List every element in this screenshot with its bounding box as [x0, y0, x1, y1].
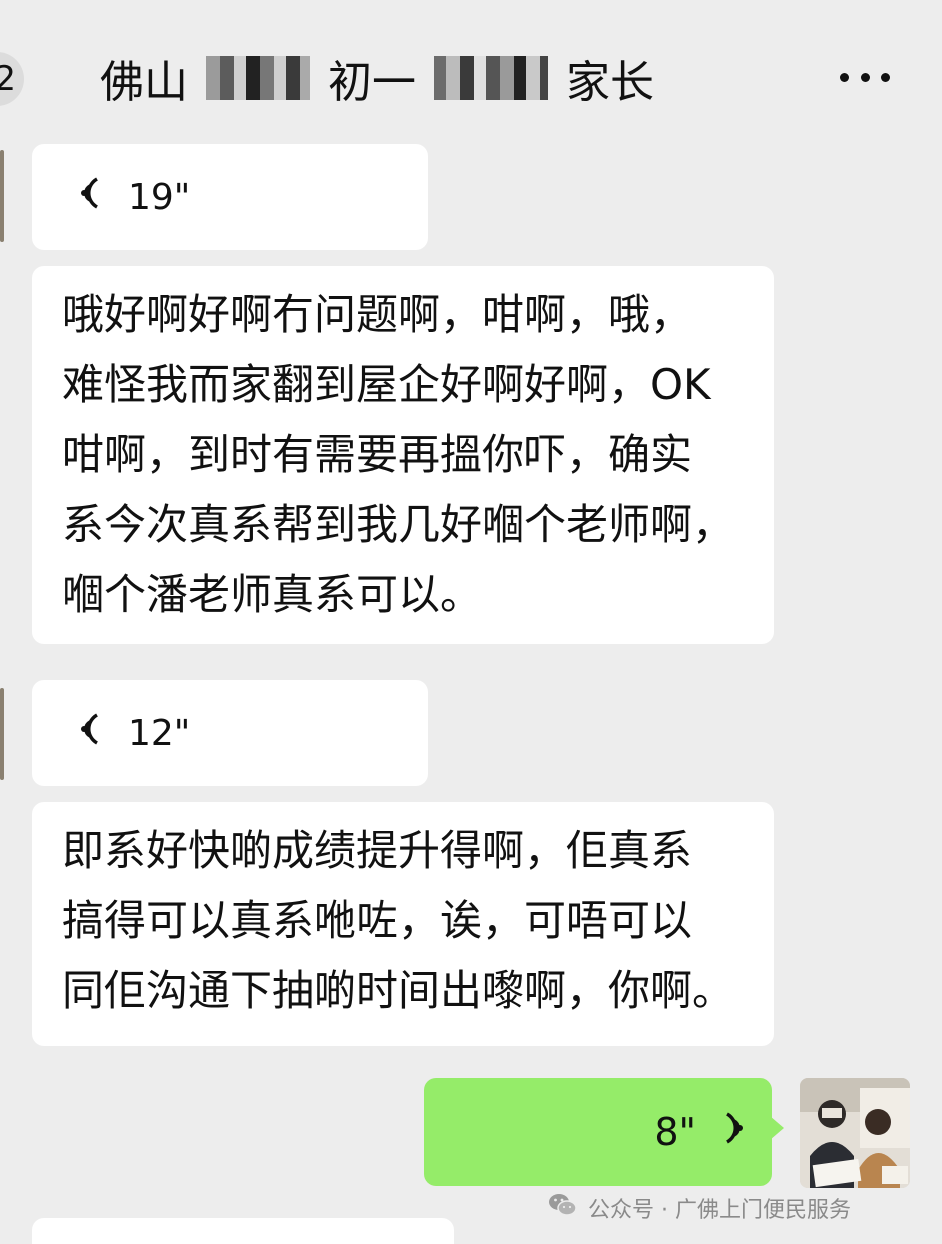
wechat-icon — [548, 1192, 578, 1224]
more-horizontal-icon[interactable] — [840, 62, 890, 92]
chat-title-part-role: 家长 — [566, 57, 654, 108]
sender-avatar[interactable] — [0, 150, 4, 242]
voice-duration: 12" — [128, 712, 191, 754]
message-line: 哦好啊好啊冇问题啊，咁啊，哦， — [62, 290, 693, 339]
sender-avatar[interactable] — [0, 688, 4, 780]
watermark: 公众号 · 广佛上门便民服务 — [548, 1188, 851, 1228]
message-line: 即系好快啲成绩提升得啊，佢真系 — [62, 826, 693, 875]
text-message-incoming[interactable]: 即系好快啲成绩提升得啊，佢真系 搞得可以真系咃咗，诶，可唔可以 同佢沟通下抽啲时… — [32, 802, 774, 1046]
redacted-mosaic — [434, 56, 548, 100]
voice-wave-icon — [718, 1110, 744, 1154]
voice-duration: 19" — [128, 176, 191, 218]
text-message-incoming[interactable] — [32, 1218, 454, 1244]
message-line: 系今次真系帮到我几好嗰个老师啊， — [62, 500, 735, 549]
chat-title: 佛山 初一 家长 — [100, 48, 654, 108]
message-line: 同佢沟通下抽啲时间出嚟啊，你啊。 — [62, 966, 735, 1015]
chat-header: 2 佛山 初一 家长 — [0, 0, 942, 140]
text-message-incoming[interactable]: 哦好啊好啊冇问题啊，咁啊，哦， 难怪我而家翻到屋企好啊好啊，OK 咁啊，到时有需… — [32, 266, 774, 644]
message-line: 咁啊，到时有需要再搵你吓，确实 — [62, 430, 693, 479]
message-line: 嗰个潘老师真系可以。 — [62, 570, 483, 619]
voice-duration: 8" — [654, 1110, 696, 1154]
voice-wave-icon — [80, 176, 106, 219]
redacted-mosaic — [206, 56, 310, 100]
voice-message-outgoing[interactable]: 8" — [424, 1078, 784, 1186]
voice-message-incoming[interactable]: 19" — [32, 144, 428, 250]
chat-title-part-grade: 初一 — [328, 57, 416, 108]
message-line: 搞得可以真系咃咗，诶，可唔可以 — [62, 896, 693, 945]
my-avatar[interactable] — [800, 1078, 910, 1188]
back-unread-badge[interactable]: 2 — [0, 52, 24, 106]
message-line: 难怪我而家翻到屋企好啊好啊，OK — [62, 360, 711, 409]
chat-title-part-city: 佛山 — [100, 57, 188, 108]
watermark-text: 公众号 · 广佛上门便民服务 — [588, 1198, 851, 1223]
voice-wave-icon — [80, 712, 106, 755]
voice-message-incoming[interactable]: 12" — [32, 680, 428, 786]
